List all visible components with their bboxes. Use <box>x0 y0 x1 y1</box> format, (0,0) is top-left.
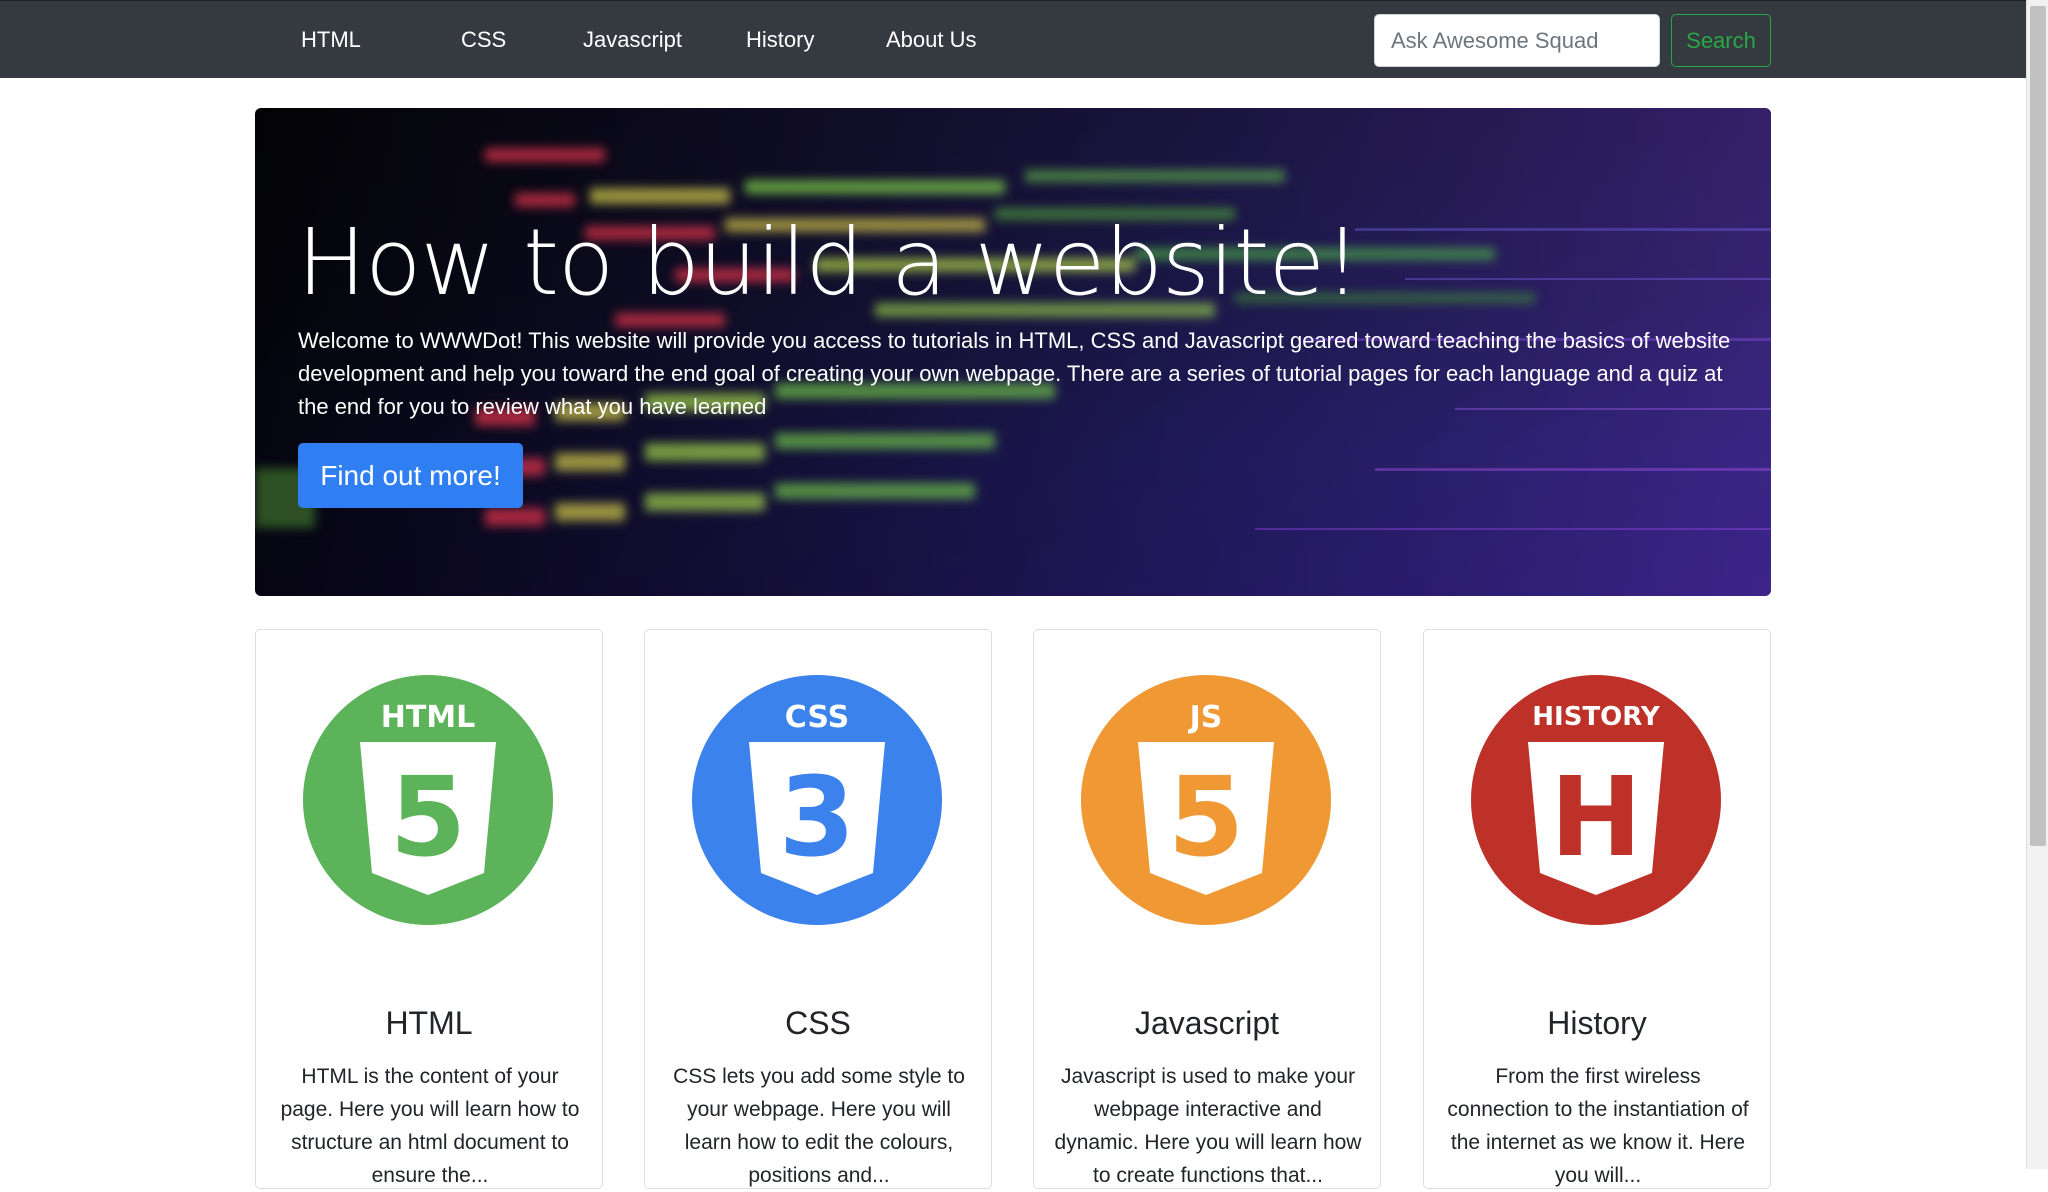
svg-text:5: 5 <box>390 753 467 881</box>
scrollbar-thumb[interactable] <box>2030 6 2046 846</box>
card-title-history: History <box>1547 1005 1647 1041</box>
hero-lead-text: Welcome to WWWDot! This website will pro… <box>298 328 1731 419</box>
card-title-html: HTML <box>385 1005 473 1041</box>
card-text-html: HTML is the content of your page. Here y… <box>280 1065 580 1187</box>
svg-text:3: 3 <box>779 753 856 881</box>
page-scrollbar[interactable] <box>2026 0 2048 1169</box>
card-javascript: JS 5 Javascript Javascript is used to ma… <box>1033 629 1381 1189</box>
find-out-more-button[interactable]: Find out more! <box>298 443 523 508</box>
card-text-history: From the first wireless connection to th… <box>1447 1065 1749 1187</box>
card-title-javascript: Javascript <box>1134 1005 1280 1041</box>
card-text-css: CSS lets you add some style to your webp… <box>673 1065 965 1187</box>
card-history: HISTORY H History From the first wireles… <box>1423 629 1771 1189</box>
svg-text:CSS: CSS <box>785 700 849 735</box>
card-title-css: CSS <box>785 1005 851 1041</box>
history-logo-icon: HISTORY H <box>1471 675 1721 925</box>
top-navbar: HTML CSS Javascript History About Us Sea… <box>0 0 2026 78</box>
svg-text:HTML: HTML <box>381 700 476 735</box>
search-button[interactable]: Search <box>1671 14 1771 67</box>
card-html: HTML 5 HTML HTML is the content of your … <box>255 629 603 1189</box>
hero-title: How to build a website! <box>297 209 1361 316</box>
nav-link-about-us[interactable]: About Us <box>886 25 977 55</box>
html5-logo-icon: HTML 5 <box>303 675 553 925</box>
card-css: CSS 3 CSS CSS lets you add some style to… <box>644 629 992 1189</box>
svg-text:JS: JS <box>1188 700 1223 735</box>
nav-link-css[interactable]: CSS <box>461 25 506 55</box>
nav-link-history[interactable]: History <box>746 25 814 55</box>
hero-jumbotron: How to build a website! Welcome to WWWDo… <box>255 108 1771 596</box>
nav-link-html[interactable]: HTML <box>301 25 361 55</box>
card-text-javascript: Javascript is used to make your webpage … <box>1054 1065 1362 1187</box>
svg-text:5: 5 <box>1168 753 1245 881</box>
svg-text:H: H <box>1550 753 1642 881</box>
svg-text:HISTORY: HISTORY <box>1532 702 1661 732</box>
js-logo-icon: JS 5 <box>1081 675 1331 925</box>
nav-link-javascript[interactable]: Javascript <box>583 25 682 55</box>
css3-logo-icon: CSS 3 <box>692 675 942 925</box>
search-input[interactable] <box>1374 14 1660 67</box>
